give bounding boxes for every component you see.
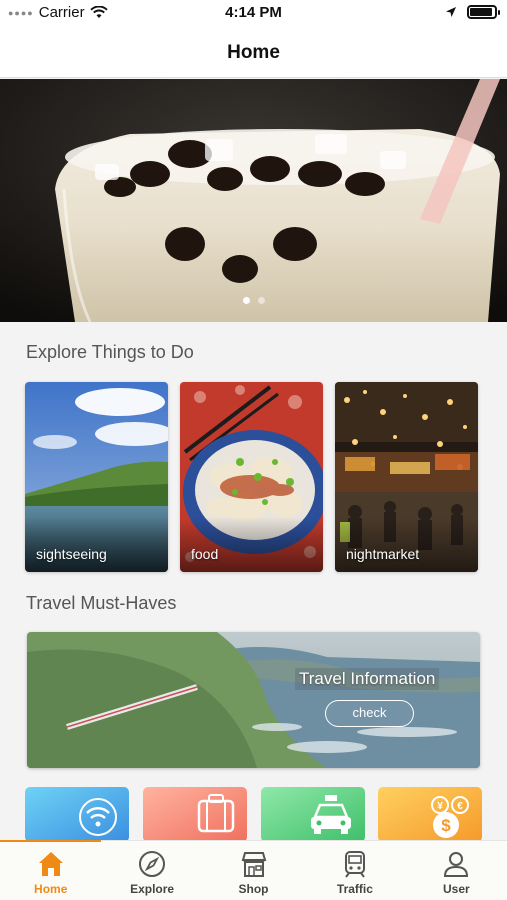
svg-text:¥: ¥ (437, 801, 443, 812)
pager-dot (257, 297, 265, 304)
card-label: food (191, 546, 219, 562)
active-tab-indicator (0, 840, 101, 842)
compass-icon (139, 851, 166, 877)
shortcut-wifi-tile (25, 787, 129, 842)
svg-text:$: $ (441, 816, 451, 835)
battery-icon (467, 5, 500, 19)
sightseeing-image (25, 382, 168, 572)
hero-carousel[interactable] (0, 79, 507, 322)
tab-label: Traffic (336, 882, 373, 896)
user-icon (444, 852, 469, 877)
svg-text:€: € (457, 801, 463, 812)
shop-icon (241, 852, 266, 877)
must-haves-section-title: Travel Must-Haves (26, 593, 177, 613)
carousel-pager (0, 297, 507, 304)
home-icon (38, 852, 63, 876)
shortcut-luggage-tile (143, 787, 247, 842)
explore-section-title: Explore Things to Do (26, 342, 194, 362)
shortcut-luggage[interactable] (143, 787, 247, 842)
shortcut-currency-tile: $ ¥ € (378, 787, 482, 842)
train-icon (344, 851, 365, 878)
page-title: Home (227, 42, 280, 63)
card-nightmarket[interactable]: nightmarket (335, 382, 478, 572)
banner-title: Travel Information (295, 668, 440, 690)
status-time: 4:14 PM (225, 4, 282, 21)
travel-information-banner[interactable]: Travel Information check (27, 632, 480, 768)
navigation-bar: Home (0, 30, 507, 78)
pager-dot (242, 297, 250, 304)
tab-traffic[interactable]: Traffic (304, 841, 405, 900)
shortcut-taxi-tile (261, 787, 365, 842)
card-label: nightmarket (346, 546, 420, 562)
food-image (180, 382, 323, 572)
card-food[interactable]: food (180, 382, 323, 572)
tab-label: User (442, 882, 470, 896)
tab-label: Home (34, 882, 68, 896)
tab-label: Explore (130, 882, 175, 896)
bubble-tea-image (0, 79, 507, 322)
tab-home[interactable]: Home (0, 841, 101, 900)
tab-user[interactable]: User (406, 841, 507, 900)
card-label: sightseeing (36, 546, 107, 562)
tab-label: Shop (238, 882, 269, 896)
shortcut-wifi[interactable] (25, 787, 129, 842)
nightmarket-image (335, 382, 478, 572)
tab-bar: Home Explore Shop Traffic User (0, 840, 507, 900)
tab-explore[interactable]: Explore (101, 841, 202, 900)
shortcut-taxi[interactable] (261, 787, 365, 842)
shortcut-currency[interactable]: $ ¥ € (378, 787, 482, 842)
coastal-railway-image (27, 632, 480, 768)
check-button[interactable]: check (325, 700, 414, 727)
status-bar: ●●●● Carrier 4:14 PM (0, 0, 507, 30)
card-sightseeing[interactable]: sightseeing (25, 382, 168, 572)
tab-shop[interactable]: Shop (203, 841, 304, 900)
location-arrow-icon (446, 7, 456, 17)
